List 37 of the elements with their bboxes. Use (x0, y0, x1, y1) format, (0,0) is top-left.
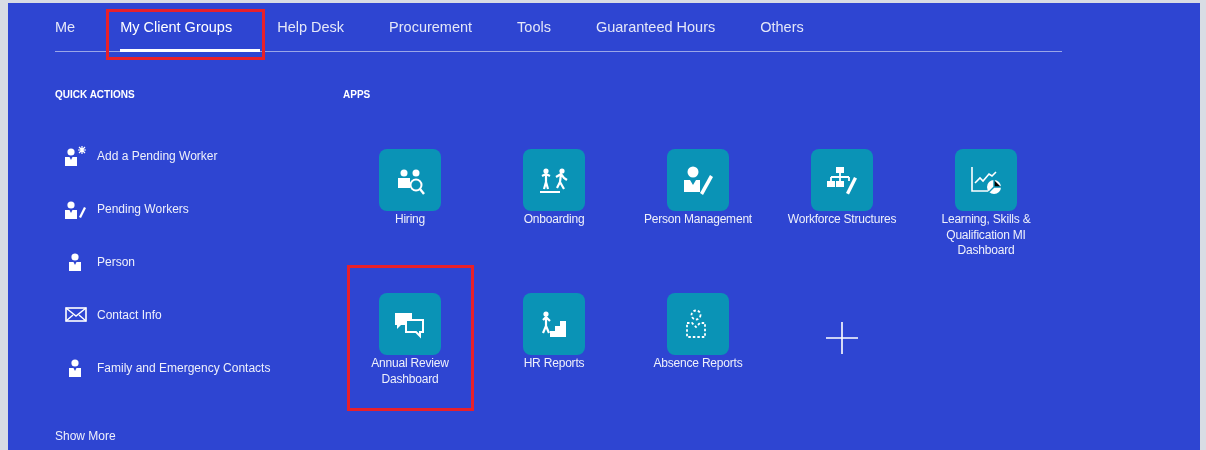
app-tile-button[interactable] (667, 293, 729, 355)
app-tile-button[interactable] (523, 149, 585, 211)
app-label[interactable]: Person Management (644, 212, 752, 228)
app-label[interactable]: HR Reports (523, 356, 585, 372)
app-tile-button[interactable] (379, 293, 441, 355)
app-label[interactable]: Workforce Structures (787, 212, 897, 228)
add-icon[interactable] (826, 322, 858, 354)
envelope-icon (65, 307, 87, 322)
app-label[interactable]: Onboarding (523, 212, 585, 228)
app-label[interactable]: Annual Review Dashboard (354, 356, 466, 387)
person-edit-icon (65, 198, 87, 219)
app-tile-button[interactable] (667, 149, 729, 211)
app-tile-button[interactable] (379, 149, 441, 211)
nav-tab[interactable]: Tools (517, 3, 579, 52)
app-tile-button[interactable] (523, 293, 585, 355)
nav-tab[interactable]: My Client Groups (120, 3, 261, 52)
nav-tab[interactable]: Others (760, 3, 832, 52)
person-icon (68, 357, 84, 378)
section-heading: QUICK ACTIONS (55, 89, 135, 101)
nav-tab[interactable]: Procurement (389, 3, 501, 52)
app-label[interactable]: Learning, Skills & Qualification MI Dashboard (930, 212, 1042, 259)
quick-action-link[interactable]: Person (97, 254, 136, 269)
section-heading: APPS (343, 89, 371, 101)
add-person-icon (65, 145, 87, 166)
nav-tab[interactable]: Me (55, 3, 104, 52)
quick-action-link[interactable]: Family and Emergency Contacts (97, 360, 271, 375)
person-icon (68, 251, 84, 272)
app-tile-button[interactable] (811, 149, 873, 211)
nav-tab[interactable]: Help Desk (277, 3, 373, 52)
app-label[interactable]: Absence Reports (653, 356, 743, 372)
nav-tab[interactable]: Guaranteed Hours (595, 3, 744, 52)
app-label[interactable]: Hiring (394, 212, 426, 228)
quick-action-link[interactable]: Add a Pending Worker (97, 148, 218, 163)
app-tile-button[interactable] (955, 149, 1017, 211)
quick-action-link[interactable]: Pending Workers (97, 201, 189, 216)
show-more-link[interactable]: Show More (55, 429, 116, 443)
quick-action-link[interactable]: Contact Info (97, 307, 162, 322)
